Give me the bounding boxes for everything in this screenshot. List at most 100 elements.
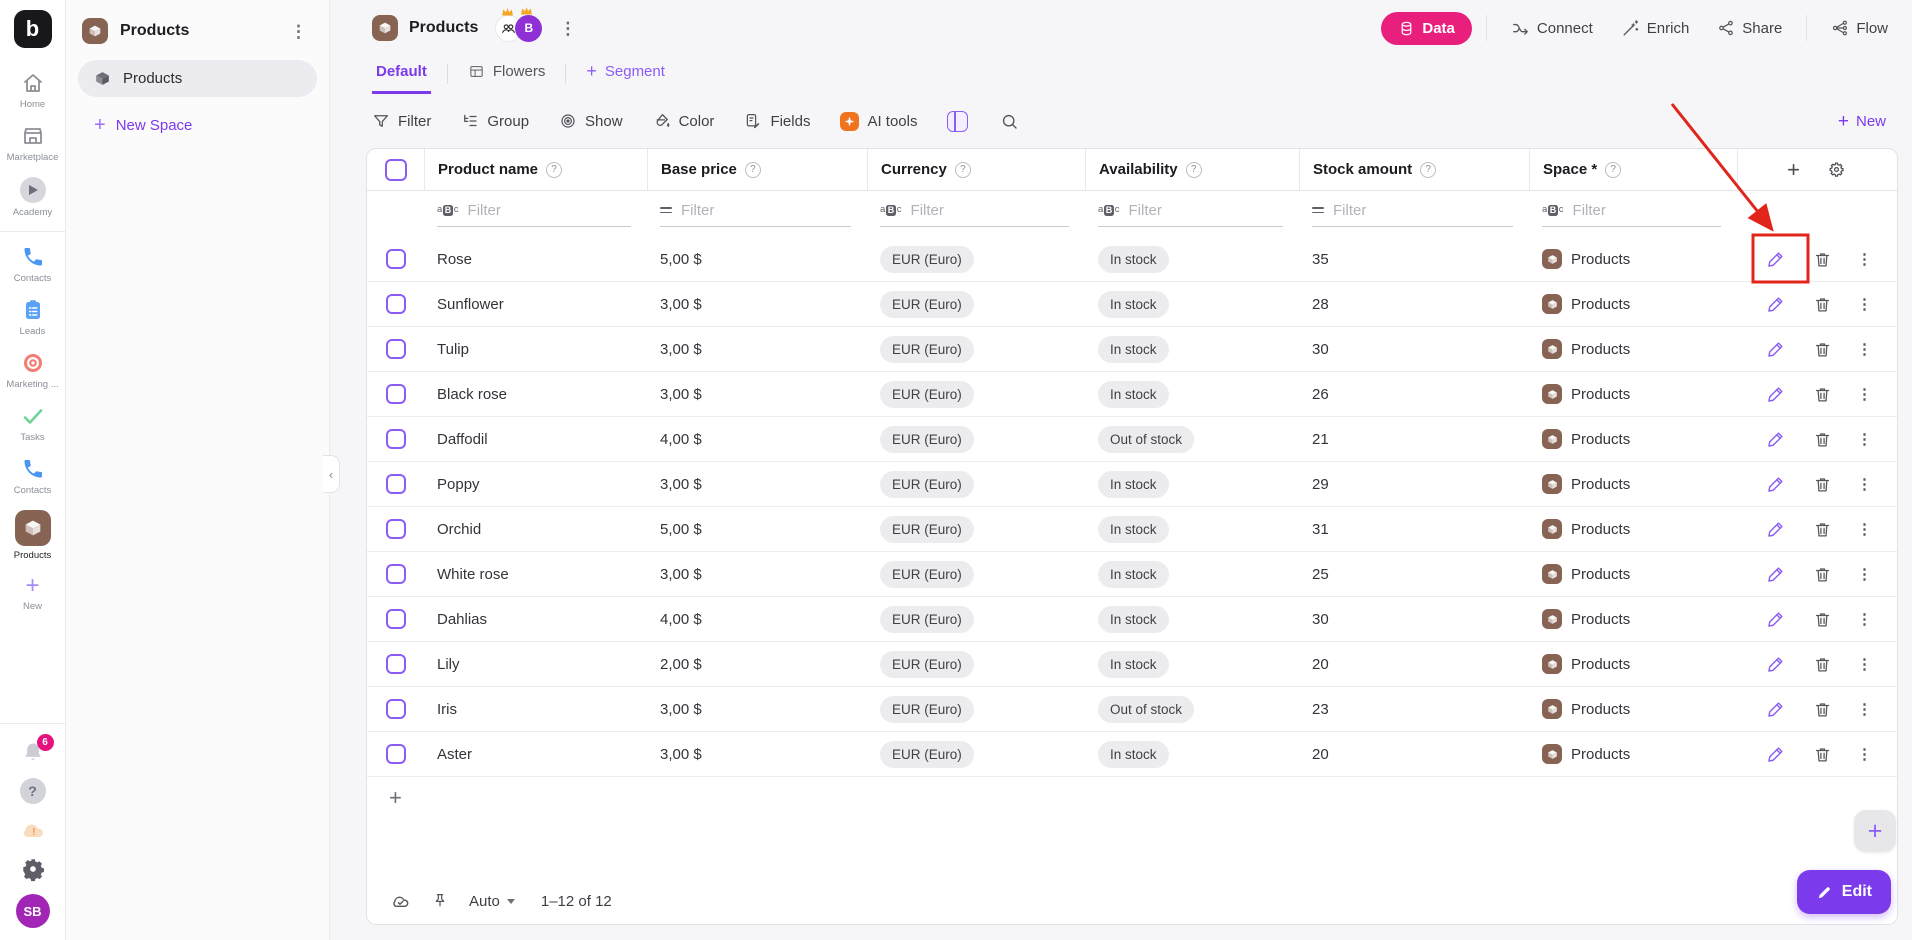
cell-availability[interactable]: Out of stock [1085, 695, 1299, 723]
help-icon[interactable]: ? [1420, 161, 1437, 178]
cell-availability[interactable]: In stock [1085, 605, 1299, 633]
color-button[interactable]: Color [653, 112, 714, 130]
cell-availability[interactable]: Out of stock [1085, 425, 1299, 453]
cell-currency[interactable]: EUR (Euro) [867, 560, 1085, 588]
search-button[interactable] [998, 110, 1020, 132]
table-row[interactable]: Tulip 3,00 $ EUR (Euro) In stock 30 Prod… [367, 327, 1897, 372]
table-row[interactable]: Sunflower 3,00 $ EUR (Euro) In stock 28 … [367, 282, 1897, 327]
cell-availability[interactable]: In stock [1085, 335, 1299, 363]
cell-base-price[interactable]: 4,00 $ [647, 611, 867, 628]
row-menu-button[interactable]: ⋮ [1857, 250, 1872, 268]
cell-product-name[interactable]: White rose [424, 566, 647, 583]
edit-row-button[interactable] [1765, 743, 1787, 765]
table-row[interactable]: Lily 2,00 $ EUR (Euro) In stock 20 Produ… [367, 642, 1897, 687]
table-row[interactable]: Black rose 3,00 $ EUR (Euro) In stock 26… [367, 372, 1897, 417]
edit-row-button[interactable] [1765, 698, 1787, 720]
table-menu-button[interactable]: ⋮ [553, 18, 582, 39]
delete-row-button[interactable] [1811, 653, 1833, 675]
cell-currency[interactable]: EUR (Euro) [867, 650, 1085, 678]
cell-stock-amount[interactable]: 23 [1299, 701, 1529, 718]
table-row[interactable]: Dahlias 4,00 $ EUR (Euro) In stock 30 Pr… [367, 597, 1897, 642]
cell-availability[interactable]: In stock [1085, 470, 1299, 498]
cell-product-name[interactable]: Aster [424, 746, 647, 763]
row-checkbox[interactable] [385, 609, 406, 629]
row-height-dropdown[interactable]: Auto [469, 893, 515, 910]
cell-stock-amount[interactable]: 30 [1299, 341, 1529, 358]
cell-currency[interactable]: EUR (Euro) [867, 245, 1085, 273]
cell-base-price[interactable]: 3,00 $ [647, 341, 867, 358]
help-button[interactable]: ? [19, 778, 46, 804]
add-segment-tab[interactable]: + Segment [582, 62, 669, 94]
cell-availability[interactable]: In stock [1085, 515, 1299, 543]
cell-currency[interactable]: EUR (Euro) [867, 335, 1085, 363]
user-avatar[interactable]: SB [15, 894, 50, 928]
add-row-button[interactable]: + [389, 787, 1897, 810]
cell-space[interactable]: Products [1529, 519, 1737, 539]
sync-warning-button[interactable]: ! [19, 816, 47, 844]
cell-product-name[interactable]: Iris [424, 701, 647, 718]
row-checkbox[interactable] [385, 294, 406, 314]
row-menu-button[interactable]: ⋮ [1857, 385, 1872, 403]
row-checkbox[interactable] [385, 699, 406, 719]
rail-item-leads[interactable]: Leads [0, 291, 65, 344]
row-checkbox[interactable] [385, 654, 406, 674]
cell-currency[interactable]: EUR (Euro) [867, 380, 1085, 408]
row-menu-button[interactable]: ⋮ [1857, 520, 1872, 538]
flow-button[interactable]: Flow [1821, 11, 1898, 45]
edit-row-button[interactable] [1765, 518, 1787, 540]
filter-input-base-price[interactable] [681, 201, 851, 219]
space-item-products[interactable]: Products [78, 60, 317, 97]
filter-input-product-name[interactable] [467, 201, 631, 219]
edit-row-button[interactable] [1765, 428, 1787, 450]
cell-product-name[interactable]: Dahlias [424, 611, 647, 628]
table-row[interactable]: White rose 3,00 $ EUR (Euro) In stock 25… [367, 552, 1897, 597]
row-checkbox[interactable] [385, 519, 406, 539]
row-checkbox[interactable] [385, 339, 406, 359]
rail-item-tasks[interactable]: Tasks [0, 397, 65, 450]
cell-stock-amount[interactable]: 28 [1299, 296, 1529, 313]
cell-availability[interactable]: In stock [1085, 380, 1299, 408]
help-icon[interactable]: ? [546, 161, 563, 178]
row-menu-button[interactable]: ⋮ [1857, 430, 1872, 448]
add-record-fab[interactable]: + [1854, 810, 1896, 852]
cell-availability[interactable]: In stock [1085, 740, 1299, 768]
column-header-base-price[interactable]: Base price? [647, 149, 867, 190]
rail-item-marketplace[interactable]: Marketplace [0, 117, 65, 170]
cell-space[interactable]: Products [1529, 339, 1737, 359]
rail-item-contacts[interactable]: Contacts [0, 238, 65, 291]
app-logo[interactable]: b [13, 10, 52, 48]
collaborators[interactable]: B [495, 6, 543, 42]
cell-base-price[interactable]: 3,00 $ [647, 296, 867, 313]
cell-base-price[interactable]: 3,00 $ [647, 566, 867, 583]
cell-product-name[interactable]: Tulip [424, 341, 647, 358]
cell-stock-amount[interactable]: 29 [1299, 476, 1529, 493]
delete-row-button[interactable] [1811, 563, 1833, 585]
edit-row-button[interactable] [1765, 383, 1787, 405]
filter-button[interactable]: Filter [372, 112, 431, 130]
rail-item-home[interactable]: Home [0, 64, 65, 117]
delete-row-button[interactable] [1811, 428, 1833, 450]
cell-space[interactable]: Products [1529, 564, 1737, 584]
cell-space[interactable]: Products [1529, 249, 1737, 269]
cell-space[interactable]: Products [1529, 744, 1737, 764]
cell-base-price[interactable]: 5,00 $ [647, 521, 867, 538]
cell-stock-amount[interactable]: 25 [1299, 566, 1529, 583]
cell-stock-amount[interactable]: 20 [1299, 746, 1529, 763]
cell-stock-amount[interactable]: 21 [1299, 431, 1529, 448]
data-button[interactable]: Data [1381, 11, 1472, 45]
cloud-check-icon[interactable] [389, 890, 411, 912]
table-row[interactable]: Aster 3,00 $ EUR (Euro) In stock 20 Prod… [367, 732, 1897, 777]
edit-row-button[interactable] [1765, 473, 1787, 495]
rail-item-contacts-2[interactable]: Contacts [0, 450, 65, 503]
edit-row-button[interactable] [1765, 608, 1787, 630]
show-button[interactable]: Show [559, 112, 623, 130]
cell-space[interactable]: Products [1529, 699, 1737, 719]
cell-availability[interactable]: In stock [1085, 290, 1299, 318]
edit-row-button[interactable] [1765, 563, 1787, 585]
cell-space[interactable]: Products [1529, 609, 1737, 629]
row-checkbox[interactable] [385, 384, 406, 404]
help-icon[interactable]: ? [1605, 161, 1622, 178]
cell-currency[interactable]: EUR (Euro) [867, 695, 1085, 723]
table-row[interactable]: Iris 3,00 $ EUR (Euro) Out of stock 23 P… [367, 687, 1897, 732]
delete-row-button[interactable] [1811, 248, 1833, 270]
